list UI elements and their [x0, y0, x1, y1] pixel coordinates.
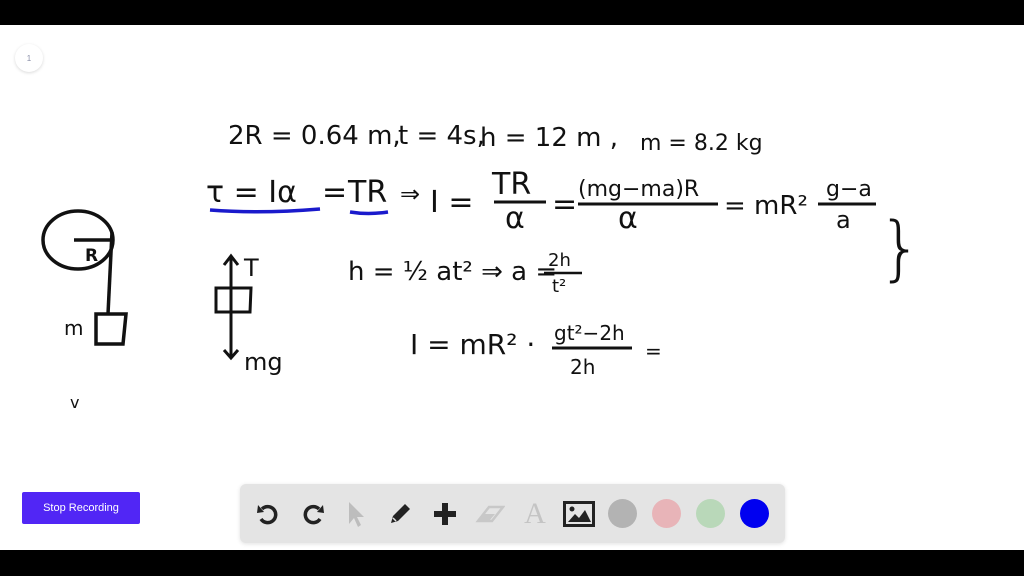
hanging-mass-block	[94, 312, 128, 346]
underline-tr	[349, 210, 389, 216]
drawing-toolbar: A	[240, 484, 785, 543]
stop-recording-button[interactable]: Stop Recording	[22, 492, 140, 524]
inertia-result-equation: I = mR² · gt²−2h 2h =	[410, 321, 662, 379]
given-mass: m = 8.2 kg	[640, 131, 763, 156]
inertia-lhs: I = mR² ·	[410, 328, 535, 361]
stray-ink-mark: v	[70, 393, 79, 412]
eraser-icon	[475, 505, 505, 523]
text-icon: A	[524, 497, 546, 530]
plus-icon	[434, 503, 456, 525]
implies-arrow: ⇒	[400, 180, 420, 208]
redo-icon	[303, 504, 324, 525]
given-height: h = 12 m ,	[480, 123, 618, 153]
tension-radius: TR	[347, 175, 387, 210]
pen-tool-button[interactable]	[384, 498, 416, 530]
undo-button[interactable]	[252, 498, 284, 530]
result-trailing-equals: =	[645, 339, 662, 363]
givens-line: 2R = 0.64 m, t = 4s, h = 12 m , m = 8.2 …	[228, 121, 763, 156]
frac2-denominator: α	[618, 201, 638, 236]
given-time: t = 4s,	[398, 121, 485, 151]
result-numerator: gt²−2h	[554, 321, 625, 345]
given-radius: 2R = 0.64 m,	[228, 121, 401, 151]
pencil-icon	[391, 504, 410, 523]
inertia-equals: I =	[430, 185, 474, 220]
frac1-denominator: α	[505, 201, 525, 236]
text-tool-button[interactable]: A	[519, 497, 551, 530]
color-swatch-gray[interactable]	[608, 499, 637, 528]
color-swatch-pink[interactable]	[652, 499, 681, 528]
weight-label: mg	[244, 348, 283, 376]
mass-block	[214, 286, 253, 314]
frac3-numerator: g−a	[826, 177, 872, 202]
result-denominator: 2h	[570, 355, 595, 379]
curly-brace: }	[878, 207, 923, 289]
color-swatch-blue-selected[interactable]	[740, 499, 769, 528]
select-tool-button[interactable]	[339, 498, 371, 530]
kinematics-equation: h = ½ at² ⇒ a = 2h t²	[348, 250, 582, 297]
pulley-diagram	[41, 209, 128, 346]
radius-label: R	[85, 246, 98, 266]
color-swatch-green[interactable]	[696, 499, 725, 528]
rope	[106, 231, 114, 315]
frac1-numerator: TR	[491, 167, 531, 202]
undo-icon	[257, 504, 278, 525]
torque-expression: τ = Iα	[206, 175, 297, 210]
equals-sign-2: =	[552, 187, 577, 222]
kinematics-expression: h = ½ at² ⇒ a =	[348, 257, 557, 287]
cursor-icon	[349, 502, 364, 527]
frac3-denominator: a	[836, 206, 851, 234]
add-shape-button[interactable]	[429, 498, 461, 530]
frac2-numerator: (mg−ma)R	[578, 177, 699, 202]
accel-denominator: t²	[552, 276, 566, 297]
image-insert-button[interactable]	[563, 498, 595, 530]
equals-sign: =	[322, 175, 347, 210]
tension-label: T	[243, 254, 259, 282]
redo-button[interactable]	[297, 498, 329, 530]
image-icon	[563, 501, 595, 527]
mass-label: m	[64, 316, 83, 340]
accel-numerator: 2h	[548, 250, 571, 271]
mr-squared: = mR²	[724, 191, 808, 221]
eraser-tool-button[interactable]	[474, 498, 506, 530]
